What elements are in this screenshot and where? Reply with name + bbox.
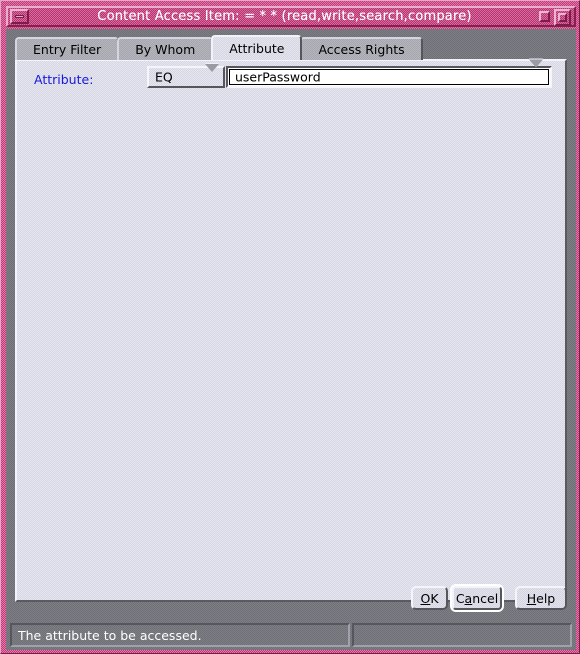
attribute-combobox-field[interactable]: userPassword xyxy=(229,59,549,87)
help-mnemonic: H xyxy=(526,590,537,606)
tab-access-rights[interactable]: Access Rights xyxy=(300,37,423,60)
operator-option-menu[interactable]: EQ xyxy=(147,64,225,91)
attribute-label: Attribute: xyxy=(34,72,94,87)
cancel-mnemonic: a xyxy=(464,590,473,606)
tab-label: Access Rights xyxy=(318,42,405,57)
attribute-row: Attribute: EQ userPassword xyxy=(17,59,569,101)
cancel-label-rest: ncel xyxy=(472,590,499,606)
attribute-combobox[interactable]: userPassword xyxy=(226,59,552,88)
cancel-button[interactable]: Ca ncel xyxy=(452,586,502,610)
chevron-down-icon xyxy=(205,64,219,91)
cancel-label-pre: C xyxy=(455,590,465,606)
tab-label: Attribute xyxy=(229,41,285,56)
dialog-window: Content Access Item: = * * (read,write,s… xyxy=(0,0,580,654)
help-label-rest: elp xyxy=(536,590,556,606)
ok-button[interactable]: OK xyxy=(411,586,448,610)
tab-bar: Entry Filter By Whom Attribute Access Ri… xyxy=(15,35,423,60)
title-bar[interactable]: Content Access Item: = * * (read,write,s… xyxy=(6,6,576,27)
chevron-down-icon[interactable] xyxy=(529,59,543,87)
tab-label: Entry Filter xyxy=(33,42,102,57)
status-bar: The attribute to be accessed. xyxy=(10,623,572,647)
ok-label-rest: K xyxy=(430,590,439,606)
maximize-icon xyxy=(558,13,567,22)
tab-by-whom[interactable]: By Whom xyxy=(117,37,214,60)
operator-value: EQ xyxy=(155,69,173,85)
window-title: Content Access Item: = * * (read,write,s… xyxy=(97,9,472,24)
tab-attribute[interactable]: Attribute xyxy=(211,35,303,60)
tab-entry-filter[interactable]: Entry Filter xyxy=(15,37,120,60)
tab-label: By Whom xyxy=(135,42,196,57)
restore-button[interactable] xyxy=(539,11,550,22)
attribute-value-text: userPassword xyxy=(235,69,321,85)
dialog-body: Attribute: EQ userPassword Entry Filter … xyxy=(6,29,576,650)
tab-content-panel: Attribute: EQ userPassword xyxy=(15,59,567,602)
help-button[interactable]: Help xyxy=(515,586,567,610)
minimize-icon xyxy=(15,15,24,18)
ok-mnemonic: O xyxy=(420,590,431,606)
status-secondary xyxy=(352,623,572,647)
minimize-button[interactable] xyxy=(10,9,29,24)
status-message: The attribute to be accessed. xyxy=(10,623,350,647)
dialog-button-row: OK Ca ncel Help xyxy=(6,586,576,614)
maximize-button[interactable] xyxy=(554,9,571,26)
